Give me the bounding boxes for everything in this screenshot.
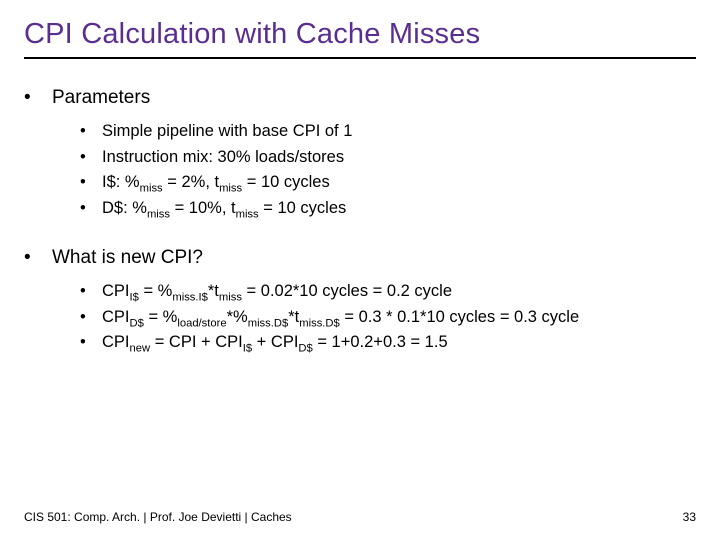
item-text: Simple pipeline with base CPI of 1	[102, 119, 696, 145]
sub-list: • Simple pipeline with base CPI of 1 • I…	[24, 119, 696, 221]
item-text: CPInew = CPI + CPII$ + CPID$ = 1+0.2+0.3…	[102, 330, 696, 356]
section-cpi: • What is new CPI? • CPII$ = %miss.I$*tm…	[24, 247, 696, 356]
section-heading-text: What is new CPI?	[52, 247, 203, 269]
item-text: Instruction mix: 30% loads/stores	[102, 145, 696, 171]
item-text: I$: %miss = 2%, tmiss = 10 cycles	[102, 170, 696, 196]
bullet-icon: •	[80, 305, 102, 331]
list-item: • CPII$ = %miss.I$*tmiss = 0.02*10 cycle…	[80, 279, 696, 305]
page-number: 33	[683, 510, 696, 524]
list-item: • D$: %miss = 10%, tmiss = 10 cycles	[80, 196, 696, 222]
list-item: • CPID$ = %load/store*%miss.D$*tmiss.D$ …	[80, 305, 696, 331]
section-parameters: • Parameters • Simple pipeline with base…	[24, 87, 696, 221]
footer: CIS 501: Comp. Arch. | Prof. Joe Deviett…	[24, 510, 696, 524]
bullet-icon: •	[24, 87, 52, 109]
slide-title: CPI Calculation with Cache Misses	[24, 18, 696, 59]
section-heading: • What is new CPI?	[24, 247, 696, 269]
footer-left: CIS 501: Comp. Arch. | Prof. Joe Deviett…	[24, 510, 292, 524]
list-item: • Instruction mix: 30% loads/stores	[80, 145, 696, 171]
bullet-icon: •	[80, 170, 102, 196]
list-item: • I$: %miss = 2%, tmiss = 10 cycles	[80, 170, 696, 196]
list-item: • Simple pipeline with base CPI of 1	[80, 119, 696, 145]
bullet-icon: •	[80, 119, 102, 145]
section-heading-text: Parameters	[52, 87, 150, 109]
bullet-icon: •	[80, 279, 102, 305]
sub-list: • CPII$ = %miss.I$*tmiss = 0.02*10 cycle…	[24, 279, 696, 356]
bullet-icon: •	[80, 330, 102, 356]
bullet-icon: •	[24, 247, 52, 269]
item-text: CPID$ = %load/store*%miss.D$*tmiss.D$ = …	[102, 305, 696, 331]
bullet-icon: •	[80, 196, 102, 222]
item-text: CPII$ = %miss.I$*tmiss = 0.02*10 cycles …	[102, 279, 696, 305]
item-text: D$: %miss = 10%, tmiss = 10 cycles	[102, 196, 696, 222]
list-item: • CPInew = CPI + CPII$ + CPID$ = 1+0.2+0…	[80, 330, 696, 356]
section-heading: • Parameters	[24, 87, 696, 109]
bullet-icon: •	[80, 145, 102, 171]
